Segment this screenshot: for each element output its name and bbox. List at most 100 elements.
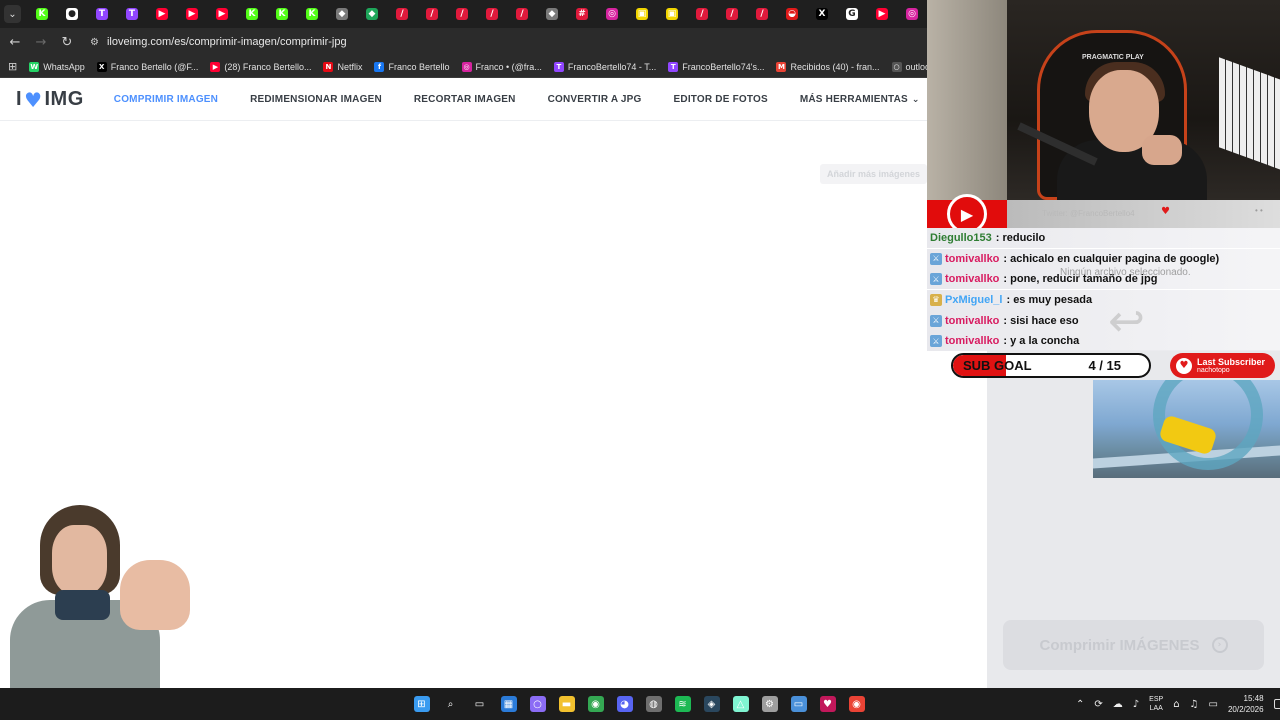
taskbar-app[interactable]: ◕ <box>613 692 636 716</box>
youtube-icon: ▶ <box>216 8 228 20</box>
site-info-icon[interactable]: ⚙ <box>90 37 99 48</box>
bookmark-item[interactable]: W WhatsApp <box>29 61 85 72</box>
nav-photo-editor[interactable]: EDITOR DE FOTOS <box>674 94 768 105</box>
game-icon: ◆ <box>546 8 558 20</box>
nav-more-tools[interactable]: MÁS HERRAMIENTAS ⌄ <box>800 94 920 105</box>
bookmark-item[interactable]: T FrancoBertello74's... <box>668 61 764 72</box>
browser-tab[interactable]: / <box>687 2 717 26</box>
taskbar-app[interactable]: ⊞ <box>410 692 433 716</box>
battery-icon[interactable]: ▭ <box>1209 699 1218 710</box>
browser-tab[interactable]: ◎ <box>597 2 627 26</box>
taskbar-app[interactable]: ⚙ <box>758 692 781 716</box>
browser-tab[interactable]: K <box>297 2 327 26</box>
browser-tab[interactable]: / <box>747 2 777 26</box>
nav-compress-image[interactable]: COMPRIMIR IMAGEN <box>114 94 218 105</box>
browser-tab[interactable]: X <box>807 2 837 26</box>
browser-tab[interactable]: ● <box>57 2 87 26</box>
browser-tab[interactable]: G <box>837 2 867 26</box>
obs-icon: ◍ <box>645 696 662 712</box>
browser-tab[interactable]: ▶ <box>867 2 897 26</box>
bookmark-item[interactable]: ▶ (28) Franco Bertello... <box>210 61 311 72</box>
browser-tab[interactable]: / <box>387 2 417 26</box>
taskbar-app[interactable]: ⌕ <box>439 692 462 716</box>
kick-icon: K <box>306 8 318 20</box>
twitch-icon: T <box>126 8 138 20</box>
cloud-icon[interactable]: ☁ <box>1113 699 1123 710</box>
back-arrow-icon[interactable]: ← <box>6 33 24 51</box>
taskbar-app[interactable]: ♥ <box>816 692 839 716</box>
clock[interactable]: 15:48 20/2/2026 <box>1228 693 1264 715</box>
chair-brand-text: PRAGMATIC PLAY <box>1082 54 1144 61</box>
browser-tab[interactable]: ▣ <box>657 2 687 26</box>
browser-tab[interactable]: # <box>567 2 597 26</box>
bookmark-item[interactable]: N Netflix <box>323 61 362 72</box>
browser-tab[interactable]: K <box>267 2 297 26</box>
taskbar-app[interactable]: ◈ <box>700 692 723 716</box>
browser-tab[interactable]: K <box>27 2 57 26</box>
add-more-images-button[interactable]: Añadir más imágenes <box>820 164 927 184</box>
windows-start-icon: ⊞ <box>413 696 430 712</box>
heart-icon: ♥ <box>1161 206 1170 217</box>
browser-tab[interactable]: ◎ <box>897 2 927 26</box>
reload-icon[interactable]: ↻ <box>58 33 76 51</box>
address-bar[interactable]: ⚙ iloveimg.com/es/comprimir-imagen/compr… <box>90 31 910 53</box>
browser-tab[interactable]: ◆ <box>357 2 387 26</box>
taskbar-app[interactable]: ≋ <box>671 692 694 716</box>
browser-tab[interactable]: ◒ <box>777 2 807 26</box>
browser-tab[interactable]: / <box>477 2 507 26</box>
language-code: ESP <box>1149 696 1164 703</box>
instagram-icon: ◎ <box>606 8 618 20</box>
bookmark-item[interactable]: f Franco Bertello <box>374 61 450 72</box>
bookmark-item[interactable]: M Recibidos (40) - fran... <box>776 61 880 72</box>
url-text[interactable]: iloveimg.com/es/comprimir-imagen/comprim… <box>107 36 347 48</box>
bookmark-item[interactable]: T FrancoBertello74 - T... <box>553 61 656 72</box>
browser-tab[interactable]: / <box>717 2 747 26</box>
microphone-icon[interactable]: ♪ <box>1133 699 1139 710</box>
volume-icon[interactable]: ♫ <box>1190 699 1199 710</box>
iloveimg-logo[interactable]: I ♥ IMG <box>16 88 84 112</box>
taskbar-app[interactable]: ○ <box>526 692 549 716</box>
logo-letter: I <box>16 88 23 110</box>
spotify-icon: ≋ <box>674 696 691 712</box>
taskbar-app[interactable]: ◍ <box>642 692 665 716</box>
compress-images-button[interactable]: Comprimir IMÁGENES › <box>1003 620 1264 670</box>
browser-tab[interactable]: ◆ <box>327 2 357 26</box>
apps-grid-icon[interactable]: ⊞ <box>8 60 17 73</box>
chevron-down-icon: ⌄ <box>911 95 920 105</box>
network-icon[interactable]: ⌂ <box>1173 699 1179 710</box>
taskbar-app[interactable]: ◉ <box>845 692 868 716</box>
taskbar-app[interactable]: ▬ <box>555 692 578 716</box>
notifications-icon[interactable] <box>1273 699 1280 709</box>
nav-resize-image[interactable]: REDIMENSIONAR IMAGEN <box>250 94 382 105</box>
sub-goal-bar: SUB GOAL 4 / 15 <box>951 353 1151 378</box>
twitch-icon: T <box>668 61 679 72</box>
bookmark-item[interactable]: X Franco Bertello (@F... <box>96 61 198 72</box>
browser-tab[interactable]: ▶ <box>177 2 207 26</box>
taskbar-app[interactable]: ▭ <box>468 692 491 716</box>
browser-tab[interactable]: T <box>87 2 117 26</box>
bookmark-item[interactable]: ◎ Franco • (@fra... <box>461 61 542 72</box>
browser-tab[interactable]: T <box>117 2 147 26</box>
nav-convert-jpg[interactable]: CONVERTIR A JPG <box>548 94 642 105</box>
browser-tab[interactable]: K <box>237 2 267 26</box>
taskbar-app[interactable]: ▭ <box>787 692 810 716</box>
taskbar-app[interactable]: ▦ <box>497 692 520 716</box>
browser-tab[interactable]: ▶ <box>147 2 177 26</box>
browser-tab[interactable]: ▣ <box>627 2 657 26</box>
browser-tab[interactable]: / <box>507 2 537 26</box>
browser-tab-strip: ⌄ K ● T T ▶ ▶ ▶ K K K ◆ ◆ / / / / / ◆ # ◎ ▣ ▣ / / / ◒ X G ▶ ◎ <box>0 0 927 28</box>
browser-tab[interactable]: ▶ <box>207 2 237 26</box>
notes-icon: ▣ <box>666 8 678 20</box>
chevron-up-icon[interactable]: ⌃ <box>1076 699 1084 710</box>
browser-tab[interactable]: / <box>417 2 447 26</box>
nav-crop-image[interactable]: RECORTAR IMAGEN <box>414 94 516 105</box>
sync-icon[interactable]: ⟳ <box>1094 699 1102 710</box>
language-indicator[interactable]: ESP LAA <box>1149 695 1163 713</box>
taskbar-app[interactable]: △ <box>729 692 752 716</box>
browser-tab[interactable]: / <box>447 2 477 26</box>
taskbar-app[interactable]: ◉ <box>584 692 607 716</box>
tab-search-icon[interactable]: ⌄ <box>4 5 21 23</box>
chat-text: : sisi hace eso <box>1003 314 1079 327</box>
forward-arrow-icon[interactable]: → <box>32 33 50 51</box>
browser-tab[interactable]: ◆ <box>537 2 567 26</box>
